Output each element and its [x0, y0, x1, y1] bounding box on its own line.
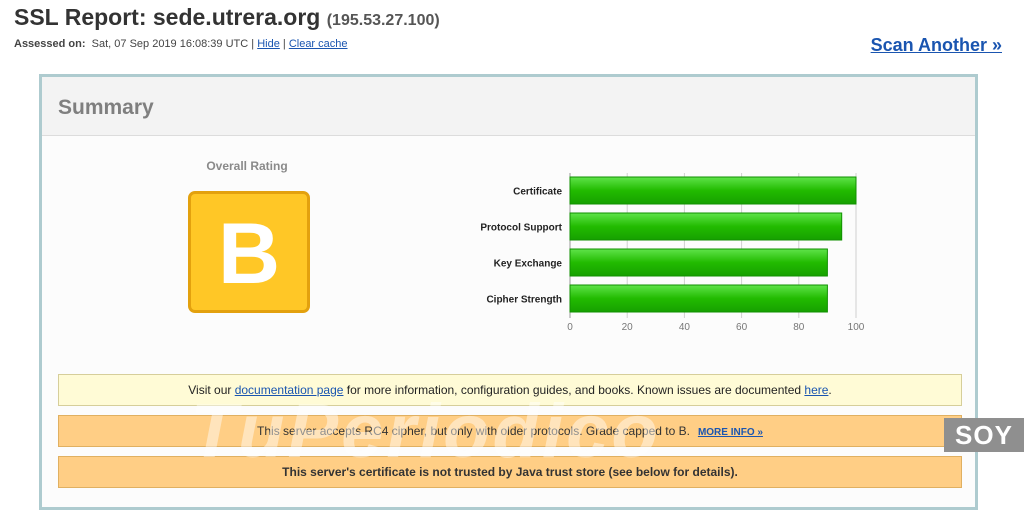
x-tick-label: 80 [793, 322, 805, 333]
hide-link[interactable]: Hide [257, 38, 280, 50]
known-issues-link[interactable]: here [804, 383, 828, 397]
assessed-label: Assessed on: [14, 38, 86, 50]
rc4-warning-text: This server accepts RC4 cipher, but only… [257, 424, 690, 438]
notice-text: Visit our [188, 383, 235, 397]
scan-another-link[interactable]: Scan Another » [871, 35, 1002, 56]
summary-panel: Summary Overall Rating B Certificate Prot… [39, 74, 978, 510]
rc4-warning: This server accepts RC4 cipher, but only… [58, 415, 962, 447]
x-tick-label: 0 [567, 322, 573, 333]
java-trust-warning-text: This server's certificate is not trusted… [282, 465, 738, 479]
separator: | [282, 38, 286, 50]
bar-key-exchange [569, 248, 828, 277]
report-hostname: sede.utrera.org [152, 4, 321, 30]
clear-cache-link[interactable]: Clear cache [289, 38, 348, 50]
summary-header: Summary [42, 77, 975, 136]
report-ip: (195.53.27.100) [326, 12, 440, 29]
x-tick-label: 60 [736, 322, 748, 333]
x-tick-label: 20 [622, 322, 634, 333]
bar-certificate [569, 176, 857, 205]
report-title-prefix: SSL Report: [14, 4, 153, 30]
bar-label: Certificate [513, 187, 562, 198]
rating-bar-chart: Certificate Protocol Support Key Exchange C… [480, 173, 865, 333]
overall-rating-label: Overall Rating [206, 159, 288, 173]
bar-label: Cipher Strength [486, 295, 562, 306]
watermark-badge: SOY [944, 418, 1024, 452]
more-info-link[interactable]: MORE INFO » [698, 427, 763, 438]
assessed-line: Assessed on: Sat, 07 Sep 2019 16:08:39 U… [14, 38, 348, 50]
documentation-page-link[interactable]: documentation page [235, 383, 344, 397]
bar-protocol-support [569, 212, 843, 241]
grade-letter: B [217, 206, 281, 302]
documentation-notice: Visit our documentation page for more in… [58, 374, 962, 406]
notice-text: . [828, 383, 832, 397]
bar-cipher-strength [569, 284, 828, 313]
grade-badge: B [188, 191, 310, 313]
summary-title: Summary [58, 96, 154, 119]
bar-label: Key Exchange [494, 259, 563, 270]
bar-label: Protocol Support [480, 223, 562, 234]
report-title: SSL Report: sede.utrera.org (195.53.27.1… [14, 4, 440, 31]
java-trust-warning: This server's certificate is not trusted… [58, 456, 962, 488]
x-tick-label: 40 [679, 322, 691, 333]
notice-text: for more information, configuration guid… [343, 383, 805, 397]
x-tick-label: 100 [848, 322, 865, 333]
assessed-date: Sat, 07 Sep 2019 16:08:39 UTC [91, 38, 249, 50]
separator: | [251, 38, 255, 50]
